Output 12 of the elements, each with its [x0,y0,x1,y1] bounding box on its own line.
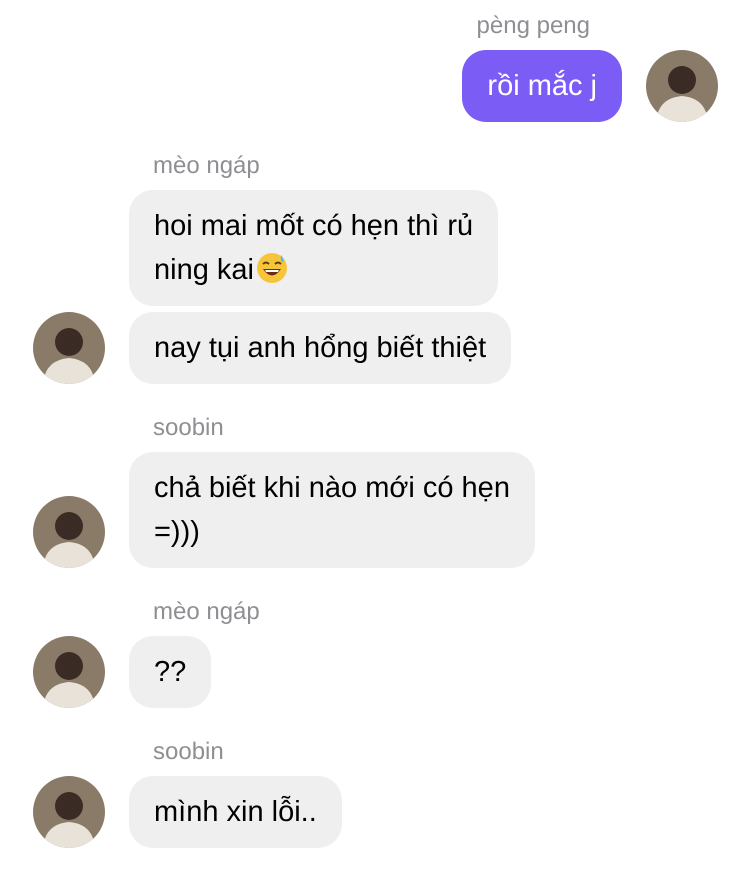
message-bubble: nay tụi anh hổng biết thiệt [129,312,512,384]
sender-name: mèo ngáp [153,598,260,626]
message-bubble: hoi mai mốt có hẹn thì rủ ning kai [129,190,498,306]
message-bubble: chả biết khi nào mới có hẹn =))) [129,452,535,568]
message-bubble: mình xin lỗi.. [129,776,342,848]
sender-name: pèng peng [476,12,590,40]
sender-name: mèo ngáp [153,152,260,180]
message-bubble: ?? [129,636,212,708]
message-bubble: rồi mắc j [462,50,622,122]
sender-name: soobin [153,738,224,766]
grinning-sweat-emoji-icon [256,252,288,284]
sender-name: soobin [153,414,224,442]
